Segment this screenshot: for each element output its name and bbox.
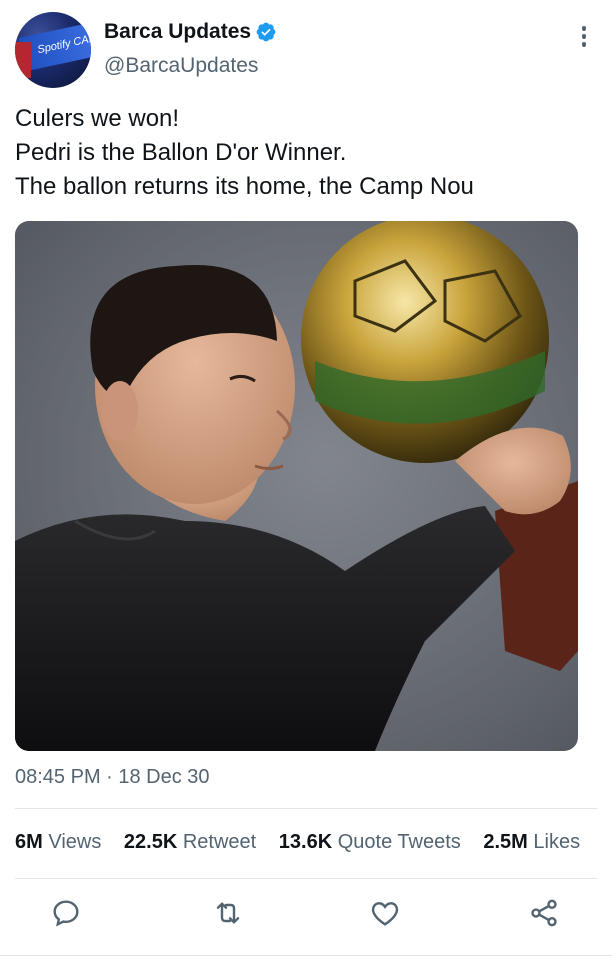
stat-views[interactable]: 6M Views [15,831,101,853]
display-name-row[interactable]: Barca Updates [104,20,277,44]
avatar[interactable]: Spotify CAM [15,12,91,88]
share-icon[interactable] [528,897,560,929]
stat-value: 6M [15,831,43,853]
tweet-text: Culers we won! Pedri is the Ballon D'or … [15,102,597,204]
stat-quote-tweets[interactable]: 13.6K Quote Tweets [279,831,461,853]
tweet-text-line: The ballon returns its home, the Camp No… [15,173,474,200]
retweet-icon[interactable] [212,897,244,929]
photo-illustration [15,221,578,751]
stat-label: Likes [533,831,581,853]
more-options-icon[interactable] [581,26,587,48]
bottom-divider [0,955,612,956]
reply-icon[interactable] [50,897,82,929]
tweet-timestamp[interactable]: 08:45 PM · 18 Dec 30 [15,766,210,789]
stat-value: 2.5M [483,831,528,853]
tweet-text-line: Culers we won! [15,105,180,132]
tweet-stats: 6M Views 22.5K Retweet 13.6K Quote Tweet… [15,831,597,854]
divider [15,808,597,809]
divider [15,878,597,879]
tweet-actions [0,893,612,937]
tweet-text-line: Pedri is the Ballon D'or Winner. [15,139,347,166]
author-handle[interactable]: @BarcaUpdates [104,54,277,78]
display-name[interactable]: Barca Updates [104,20,251,44]
stat-label: Quote Tweets [337,831,461,853]
verified-badge-icon [256,22,276,42]
stat-retweets[interactable]: 22.5K Retweet [124,831,256,853]
author-names: Barca Updates @BarcaUpdates [104,20,277,78]
stat-likes[interactable]: 2.5M Likes [483,831,580,853]
tweet-photo[interactable] [15,221,578,751]
stat-value: 22.5K [123,831,178,853]
stat-label: Views [48,831,102,853]
tweet-header: Spotify CAM Barca Updates @BarcaUpdates [15,12,597,92]
stat-value: 13.6K [278,831,333,853]
heart-icon[interactable] [369,897,401,929]
stat-label: Retweet [182,831,257,853]
